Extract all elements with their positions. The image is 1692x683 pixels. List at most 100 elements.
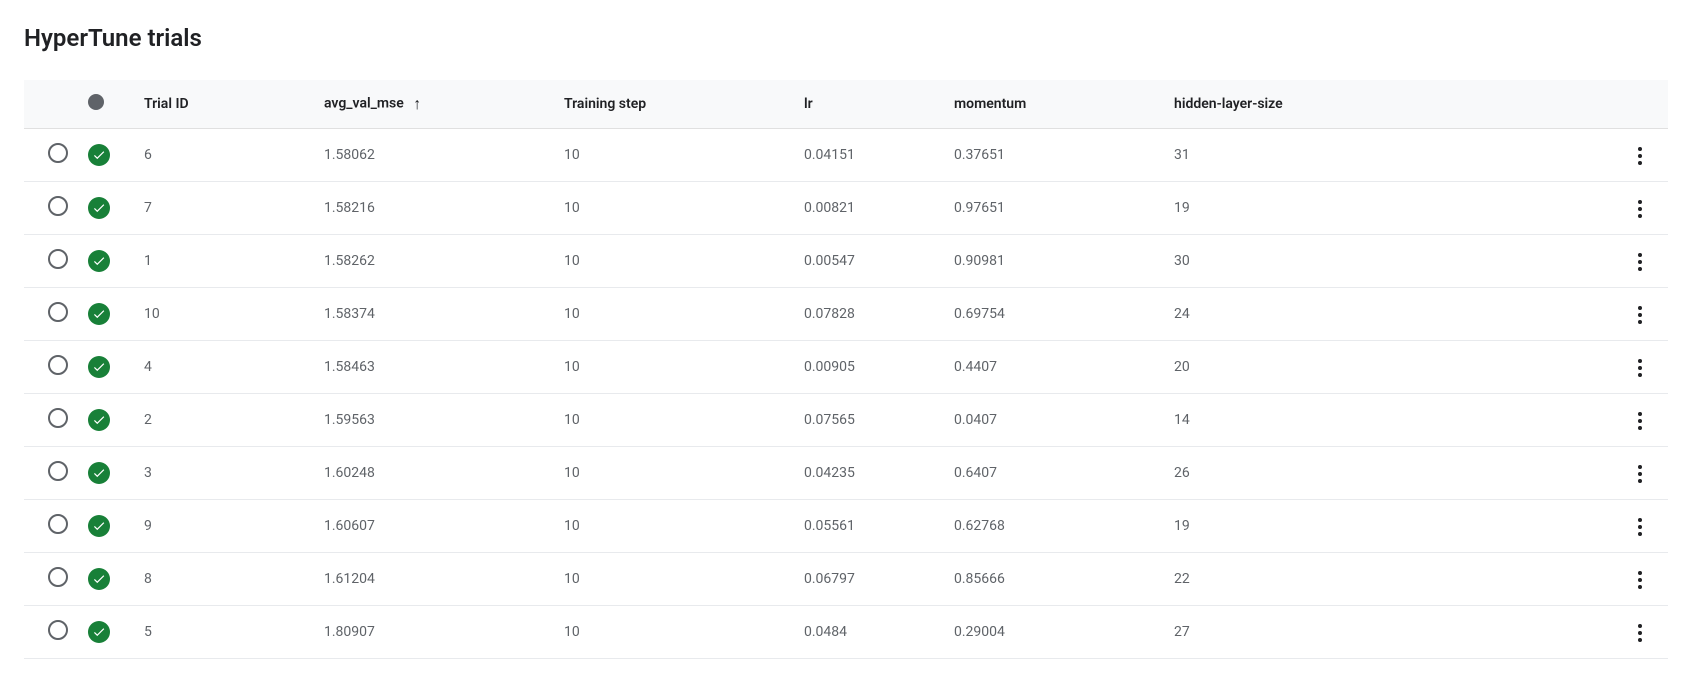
cell-lr: 0.07828 <box>796 288 946 341</box>
status-success-icon <box>88 356 110 378</box>
row-actions-button[interactable] <box>1632 141 1648 171</box>
cell-lr: 0.0484 <box>796 606 946 659</box>
cell-training-step: 10 <box>556 553 796 606</box>
table-row: 8 1.61204 10 0.06797 0.85666 22 <box>24 553 1668 606</box>
status-success-icon <box>88 515 110 537</box>
cell-hidden-layer-size: 30 <box>1166 235 1612 288</box>
cell-metric: 1.60607 <box>316 500 556 553</box>
cell-metric: 1.58262 <box>316 235 556 288</box>
header-lr[interactable]: lr <box>796 80 946 129</box>
status-success-icon <box>88 303 110 325</box>
cell-hidden-layer-size: 24 <box>1166 288 1612 341</box>
cell-lr: 0.00547 <box>796 235 946 288</box>
header-status <box>80 80 136 129</box>
status-success-icon <box>88 409 110 431</box>
cell-trial-id: 10 <box>136 288 316 341</box>
row-radio[interactable] <box>48 514 68 534</box>
cell-metric: 1.80907 <box>316 606 556 659</box>
header-label: Trial ID <box>144 96 189 112</box>
cell-momentum: 0.6407 <box>946 447 1166 500</box>
cell-hidden-layer-size: 26 <box>1166 447 1612 500</box>
table-row: 3 1.60248 10 0.04235 0.6407 26 <box>24 447 1668 500</box>
cell-momentum: 0.90981 <box>946 235 1166 288</box>
table-row: 1 1.58262 10 0.00547 0.90981 30 <box>24 235 1668 288</box>
header-metric[interactable]: avg_val_mse ↑ <box>316 80 556 129</box>
row-actions-button[interactable] <box>1632 565 1648 595</box>
header-actions <box>1612 80 1668 129</box>
cell-hidden-layer-size: 27 <box>1166 606 1612 659</box>
cell-trial-id: 7 <box>136 182 316 235</box>
row-actions-button[interactable] <box>1632 247 1648 277</box>
row-actions-button[interactable] <box>1632 406 1648 436</box>
cell-trial-id: 2 <box>136 394 316 447</box>
cell-hidden-layer-size: 14 <box>1166 394 1612 447</box>
cell-training-step: 10 <box>556 500 796 553</box>
row-radio[interactable] <box>48 196 68 216</box>
row-actions-button[interactable] <box>1632 300 1648 330</box>
cell-trial-id: 8 <box>136 553 316 606</box>
cell-training-step: 10 <box>556 129 796 182</box>
table-row: 10 1.58374 10 0.07828 0.69754 24 <box>24 288 1668 341</box>
cell-momentum: 0.69754 <box>946 288 1166 341</box>
row-actions-button[interactable] <box>1632 618 1648 648</box>
cell-lr: 0.04235 <box>796 447 946 500</box>
cell-trial-id: 5 <box>136 606 316 659</box>
cell-hidden-layer-size: 31 <box>1166 129 1612 182</box>
table-row: 9 1.60607 10 0.05561 0.62768 19 <box>24 500 1668 553</box>
header-momentum[interactable]: momentum <box>946 80 1166 129</box>
header-label: hidden-layer-size <box>1174 96 1283 112</box>
table-row: 4 1.58463 10 0.00905 0.4407 20 <box>24 341 1668 394</box>
row-radio[interactable] <box>48 302 68 322</box>
row-actions-button[interactable] <box>1632 194 1648 224</box>
cell-training-step: 10 <box>556 288 796 341</box>
row-radio[interactable] <box>48 249 68 269</box>
row-radio[interactable] <box>48 408 68 428</box>
status-success-icon <box>88 462 110 484</box>
trials-table: Trial ID avg_val_mse ↑ Training step lr … <box>24 80 1668 659</box>
table-header-row: Trial ID avg_val_mse ↑ Training step lr … <box>24 80 1668 129</box>
header-trial-id[interactable]: Trial ID <box>136 80 316 129</box>
status-success-icon <box>88 197 110 219</box>
header-hidden-layer-size[interactable]: hidden-layer-size <box>1166 80 1612 129</box>
table-row: 5 1.80907 10 0.0484 0.29004 27 <box>24 606 1668 659</box>
cell-metric: 1.58374 <box>316 288 556 341</box>
cell-metric: 1.58463 <box>316 341 556 394</box>
row-radio[interactable] <box>48 620 68 640</box>
row-actions-button[interactable] <box>1632 459 1648 489</box>
row-radio[interactable] <box>48 567 68 587</box>
header-label: avg_val_mse <box>324 96 404 112</box>
cell-momentum: 0.97651 <box>946 182 1166 235</box>
cell-metric: 1.58062 <box>316 129 556 182</box>
row-radio[interactable] <box>48 355 68 375</box>
cell-momentum: 0.4407 <box>946 341 1166 394</box>
status-success-icon <box>88 144 110 166</box>
cell-lr: 0.05561 <box>796 500 946 553</box>
header-training-step[interactable]: Training step <box>556 80 796 129</box>
cell-hidden-layer-size: 19 <box>1166 182 1612 235</box>
cell-training-step: 10 <box>556 235 796 288</box>
cell-trial-id: 3 <box>136 447 316 500</box>
row-radio[interactable] <box>48 143 68 163</box>
cell-training-step: 10 <box>556 394 796 447</box>
cell-lr: 0.04151 <box>796 129 946 182</box>
cell-metric: 1.61204 <box>316 553 556 606</box>
cell-metric: 1.59563 <box>316 394 556 447</box>
cell-momentum: 0.85666 <box>946 553 1166 606</box>
cell-hidden-layer-size: 19 <box>1166 500 1612 553</box>
cell-lr: 0.00821 <box>796 182 946 235</box>
header-select <box>24 80 80 129</box>
table-row: 7 1.58216 10 0.00821 0.97651 19 <box>24 182 1668 235</box>
cell-momentum: 0.0407 <box>946 394 1166 447</box>
status-success-icon <box>88 250 110 272</box>
row-actions-button[interactable] <box>1632 512 1648 542</box>
cell-trial-id: 1 <box>136 235 316 288</box>
status-dot-icon <box>88 94 104 110</box>
cell-momentum: 0.62768 <box>946 500 1166 553</box>
cell-hidden-layer-size: 22 <box>1166 553 1612 606</box>
cell-training-step: 10 <box>556 341 796 394</box>
row-radio[interactable] <box>48 461 68 481</box>
status-success-icon <box>88 621 110 643</box>
row-actions-button[interactable] <box>1632 353 1648 383</box>
cell-trial-id: 6 <box>136 129 316 182</box>
cell-momentum: 0.37651 <box>946 129 1166 182</box>
